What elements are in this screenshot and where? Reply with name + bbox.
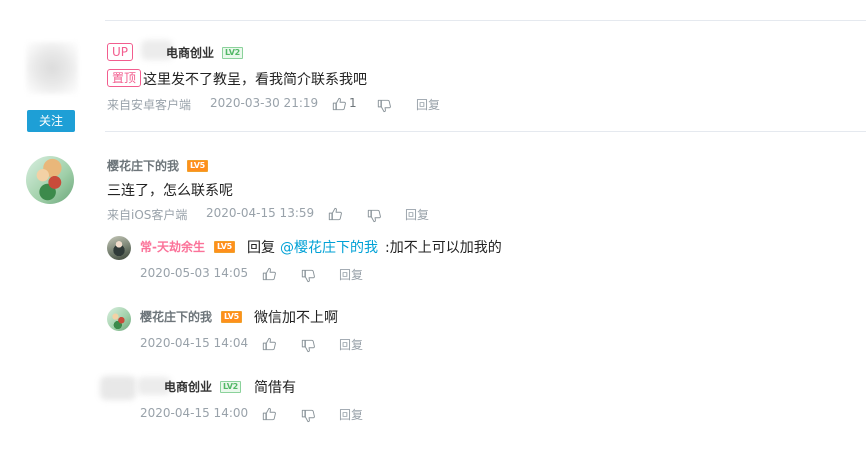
level-badge: LV5 — [221, 311, 242, 323]
thumb-up-icon[interactable] — [262, 267, 276, 281]
level-badge: LV5 — [214, 241, 235, 253]
thumb-down-icon[interactable] — [301, 339, 315, 353]
comment-divider — [105, 131, 866, 132]
username[interactable]: 常-天劫余生 — [140, 238, 205, 255]
up-tag: UP — [107, 43, 134, 61]
username[interactable]: 电商创业 — [166, 44, 214, 61]
thumb-down-icon[interactable] — [301, 269, 315, 283]
username[interactable]: 电商创业 — [164, 378, 212, 395]
level-badge: LV5 — [187, 160, 208, 172]
comment-text: 这里发不了教呈，看我简介联系我吧 — [143, 72, 367, 88]
thumb-up-icon[interactable] — [262, 337, 276, 351]
avatar[interactable] — [107, 236, 131, 260]
avatar[interactable] — [107, 307, 131, 331]
mention-link[interactable]: @樱花庄下的我 — [280, 237, 378, 257]
reply-time: 2020-04-15 14:04 — [140, 336, 249, 350]
thumb-up-icon[interactable] — [262, 407, 276, 421]
reply-time: 2020-04-15 14:00 — [140, 406, 249, 420]
follow-button[interactable]: 关注 — [27, 110, 75, 132]
comment-source: 来自iOS客户端 — [107, 208, 188, 222]
reply-button[interactable]: 回复 — [405, 206, 429, 223]
comment-time: 2020-04-15 13:59 — [206, 206, 315, 220]
reply-button[interactable]: 回复 — [416, 96, 440, 113]
reply-prefix: 回复 — [247, 240, 275, 256]
reply-text: 简借有 — [254, 380, 296, 396]
reply-button[interactable]: 回复 — [339, 406, 363, 423]
thumb-up-icon[interactable] — [332, 97, 346, 111]
comment-text: 三连了，怎么联系呢 — [107, 183, 233, 199]
level-badge: LV2 — [222, 47, 243, 59]
pin-tag: 置顶 — [107, 69, 142, 87]
reply-text: :加不上可以加我的 — [385, 240, 502, 256]
thumb-down-icon[interactable] — [377, 99, 391, 113]
reply-button[interactable]: 回复 — [339, 266, 363, 283]
top-divider — [105, 20, 866, 21]
thumb-down-icon[interactable] — [301, 409, 315, 423]
username[interactable]: 樱花庄下的我 — [140, 308, 212, 325]
username[interactable]: 樱花庄下的我 — [107, 157, 179, 174]
avatar[interactable] — [26, 42, 78, 94]
comment-time: 2020-03-30 21:19 — [210, 96, 319, 110]
reply-button[interactable]: 回复 — [339, 336, 363, 353]
level-badge: LV2 — [220, 381, 241, 393]
reply-time: 2020-05-03 14:05 — [140, 266, 249, 280]
reply-text: 微信加不上啊 — [254, 310, 338, 326]
avatar[interactable] — [100, 376, 136, 400]
like-count: 1 — [349, 96, 357, 110]
avatar[interactable] — [26, 156, 74, 204]
thumb-up-icon[interactable] — [328, 207, 342, 221]
thumb-down-icon[interactable] — [367, 209, 381, 223]
comment-source: 来自安卓客户端 — [107, 98, 192, 112]
